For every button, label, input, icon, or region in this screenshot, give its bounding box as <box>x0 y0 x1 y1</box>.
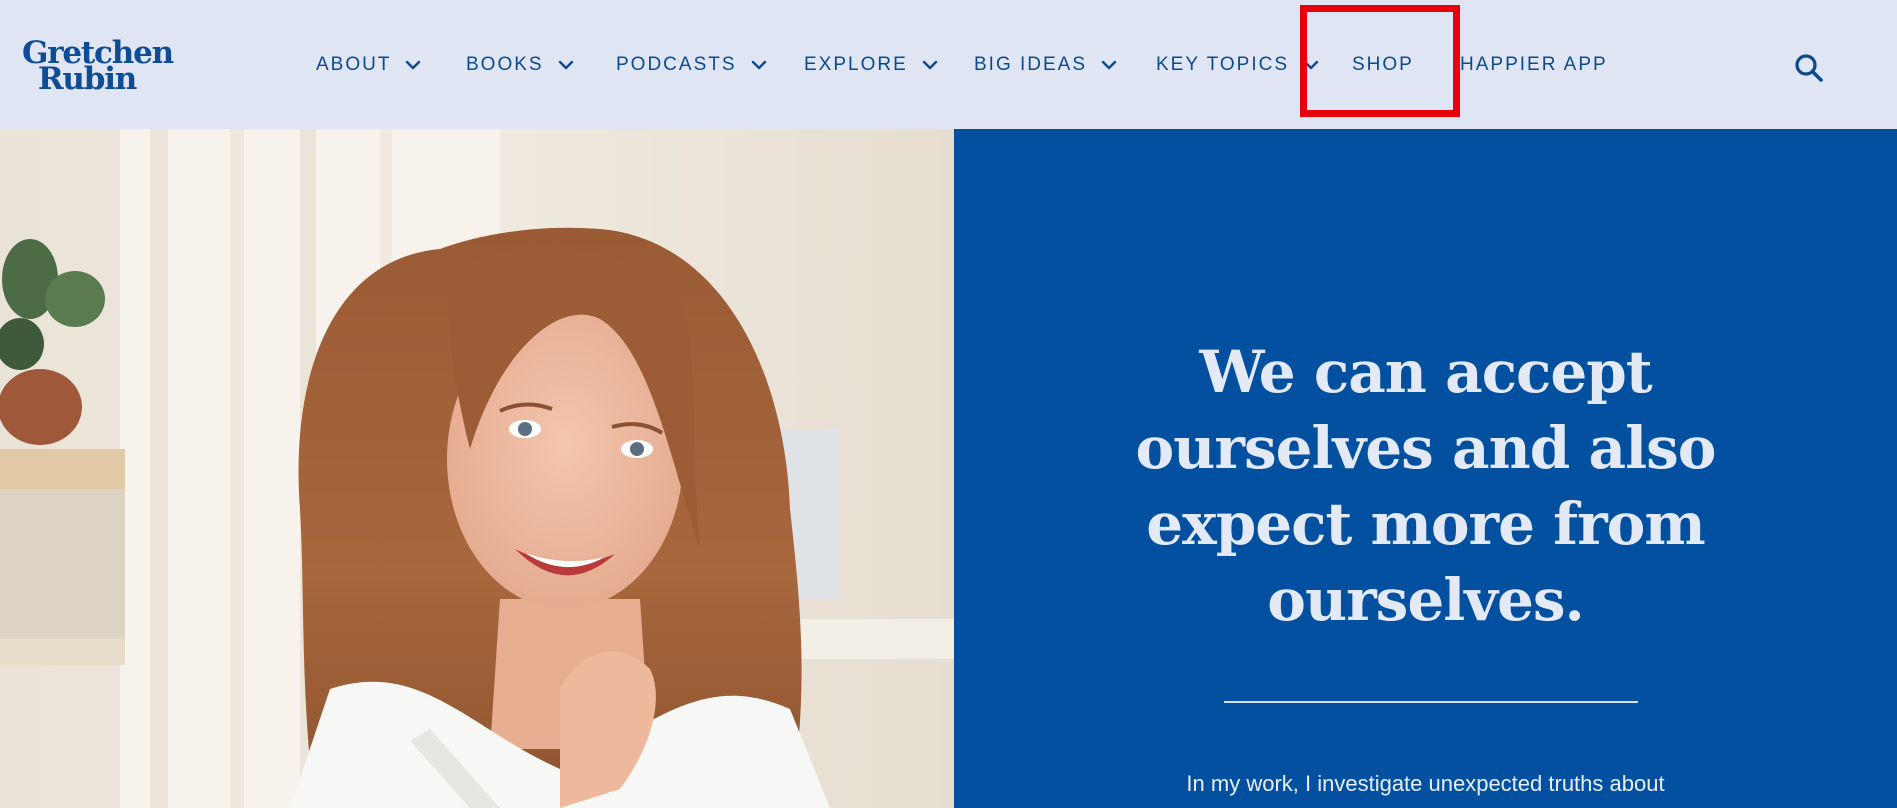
chevron-down-icon <box>558 59 574 71</box>
nav-item-explore[interactable]: EXPLORE <box>804 50 938 80</box>
nav-item-label: HAPPIER APP <box>1460 54 1608 75</box>
hero-portrait-photo <box>0 129 954 808</box>
hero-quote: We can accept ourselves and also expect … <box>1054 334 1797 638</box>
nav-item-key-topics[interactable]: KEY TOPICS <box>1156 50 1319 80</box>
chevron-down-icon <box>1303 59 1319 71</box>
hero-quote-line: ourselves and also <box>1135 414 1717 482</box>
nav-item-label: BIG IDEAS <box>974 54 1088 75</box>
chevron-down-icon <box>751 59 767 71</box>
hero-quote-line: ourselves. <box>1267 566 1584 634</box>
nav-item-big-ideas[interactable]: BIG IDEAS <box>974 50 1117 80</box>
search-button[interactable] <box>1793 52 1825 84</box>
chevron-down-icon <box>405 59 421 71</box>
site-header: Gretchen Rubin ABOUT BOOKS PODCASTS EXPL… <box>0 0 1897 129</box>
nav-item-books[interactable]: BOOKS <box>466 50 574 80</box>
hero-quote-panel: We can accept ourselves and also expect … <box>954 129 1897 808</box>
chevron-down-icon <box>922 59 938 71</box>
nav-item-shop[interactable]: SHOP <box>1352 50 1414 80</box>
nav-item-label: BOOKS <box>466 54 544 75</box>
hero-divider <box>1224 701 1638 703</box>
nav-item-podcasts[interactable]: PODCASTS <box>616 50 767 80</box>
nav-item-happier-app[interactable]: HAPPIER APP <box>1460 50 1608 80</box>
hero-quote-line: We can accept <box>1199 338 1652 406</box>
nav-item-label: SHOP <box>1352 54 1414 75</box>
nav-item-label: PODCASTS <box>616 54 737 75</box>
nav-item-about[interactable]: ABOUT <box>316 50 421 80</box>
nav-item-label: EXPLORE <box>804 54 908 75</box>
nav-item-label: KEY TOPICS <box>1156 54 1289 75</box>
hero-body-text: In my work, I investigate unexpected tru… <box>1186 771 1665 796</box>
nav-item-label: ABOUT <box>316 54 392 75</box>
hero-quote-line: expect more from <box>1146 490 1706 558</box>
search-icon <box>1795 54 1823 82</box>
chevron-down-icon <box>1101 59 1117 71</box>
main-nav: ABOUT BOOKS PODCASTS EXPLORE BIG IDEAS K… <box>0 0 1897 129</box>
